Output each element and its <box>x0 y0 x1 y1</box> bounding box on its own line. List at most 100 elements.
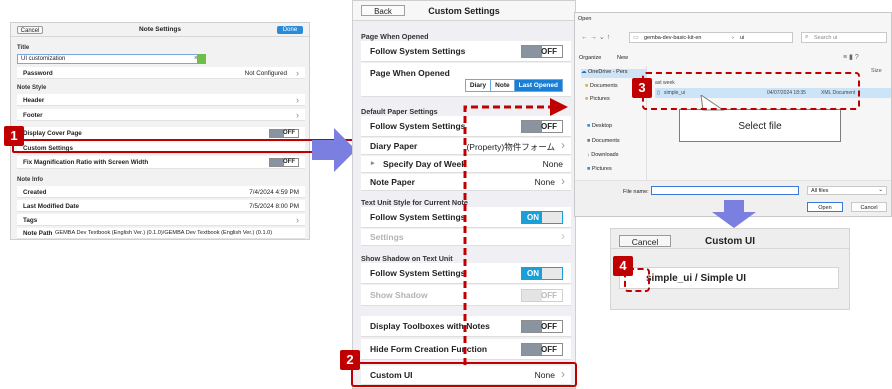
fix-magnification-toggle[interactable]: OFF <box>269 158 299 167</box>
note-settings-header: Cancel Note Settings Done <box>11 23 309 37</box>
view-options-icon[interactable]: ≡ ▮ ? <box>843 53 859 61</box>
sidebar-item-onedrive[interactable]: ☁ OneDrive - Pers <box>581 69 647 78</box>
custom-settings-header: Back Custom Settings <box>353 1 575 21</box>
open-file-dialog: Open ← → ⌄ ↑ ▭ gemba-dev-basic-kit-en › … <box>574 12 892 217</box>
password-row[interactable]: Password Not Configured › <box>17 67 305 79</box>
footer-label: Footer <box>23 112 43 119</box>
tags-row[interactable]: Tags › <box>17 214 305 226</box>
file-type-filter[interactable]: All files ⌄ <box>807 186 887 195</box>
dialog-cancel-button[interactable]: Cancel <box>851 202 887 212</box>
chevron-right-icon: › <box>296 215 299 225</box>
text-unit-section: Text Unit Style for Current Note <box>361 198 468 207</box>
created-value: 7/4/2024 4:59 PM <box>249 189 299 196</box>
sidebar-item-pictures[interactable]: ■ Pictures <box>585 96 610 102</box>
folder-icon: ▭ <box>633 35 639 41</box>
diary-paper-label: Diary Paper <box>370 141 418 151</box>
note-path-label: Note Path <box>23 230 53 237</box>
search-placeholder: Search ui <box>814 35 838 41</box>
sidebar-label: Downloads <box>591 152 619 158</box>
toggle-knob <box>522 46 542 57</box>
sidebar-item-downloads[interactable]: ↓ Downloads <box>587 152 619 158</box>
modified-label: Last Modified Date <box>23 203 79 210</box>
document-icon: ■ <box>587 138 591 144</box>
sidebar-label: Documents <box>591 138 620 144</box>
chevron-right-icon: › <box>296 110 299 120</box>
nav-buttons[interactable]: ← → ⌄ ↑ <box>581 33 610 41</box>
arrow-right-icon <box>312 128 356 172</box>
sidebar-item-desktop[interactable]: ■ Desktop <box>587 123 612 129</box>
toggle-state: OFF <box>283 130 295 136</box>
footer-row[interactable]: Footer › <box>17 109 305 121</box>
follow-system-row-1: Follow System Settings OFF <box>361 41 571 62</box>
title-input[interactable]: UI customization × <box>17 54 203 64</box>
sidebar-item-documents-2[interactable]: ■ Documents <box>587 138 620 144</box>
follow-system-toggle-1[interactable]: OFF <box>521 45 563 58</box>
page-when-opened-label: Page When Opened <box>370 68 450 78</box>
image-icon: ■ <box>587 166 591 172</box>
follow-system-label: Follow System Settings <box>370 268 466 278</box>
password-label: Password <box>23 70 53 77</box>
follow-system-label: Follow System Settings <box>370 212 466 222</box>
sidebar-label: Pictures <box>591 166 612 172</box>
header-row[interactable]: Header › <box>17 94 305 106</box>
organize-menu[interactable]: Organize <box>579 55 601 61</box>
page-when-opened-row: Page When Opened Diary Note Last Opened <box>361 63 571 97</box>
note-path-row: Note Path GEMBA Dev Textbook (English Ve… <box>17 228 305 239</box>
show-shadow-label: Show Shadow <box>370 290 428 300</box>
chevron-right-icon: › <box>296 68 299 78</box>
segment-last-opened[interactable]: Last Opened <box>514 80 562 91</box>
custom-ui-list-item[interactable]: simple_ui / Simple UI <box>619 267 839 289</box>
follow-system-label: Follow System Settings <box>370 46 466 56</box>
highlight-custom-settings <box>12 139 362 153</box>
password-value: Not Configured <box>244 70 287 77</box>
address-bar[interactable]: ▭ gemba-dev-basic-kit-en › ui <box>629 32 793 43</box>
chevron-down-icon: ⌄ <box>878 187 883 193</box>
dialog-title: Open <box>578 16 592 22</box>
modified-value: 7/5/2024 8:00 PM <box>249 203 299 210</box>
toggle-knob <box>270 130 284 137</box>
page-when-opened-segmented[interactable]: Diary Note Last Opened <box>464 79 563 92</box>
open-button[interactable]: Open <box>807 202 843 212</box>
sidebar-label: Documents <box>589 83 618 89</box>
segment-diary[interactable]: Diary <box>465 80 492 91</box>
segment-note[interactable]: Note <box>491 80 515 91</box>
page-when-opened-section: Page When Opened <box>361 32 429 41</box>
title-section-label: Title <box>17 45 30 51</box>
fix-magnification-row: Fix Magnification Ratio with Screen Widt… <box>17 156 305 169</box>
search-icon: ⌕ <box>805 34 809 40</box>
header-label: Header <box>23 97 45 104</box>
note-info-section-label: Note Info <box>17 177 43 183</box>
specify-day-label: Specify Day of Week <box>383 159 466 169</box>
download-icon: ↓ <box>587 152 590 158</box>
sidebar-item-documents[interactable]: ■ Documents <box>585 83 618 89</box>
new-folder-button[interactable]: New <box>617 55 628 61</box>
follow-system-label: Follow System Settings <box>370 121 466 131</box>
connector-arrow <box>463 98 568 365</box>
note-style-section-label: Note Style <box>17 85 47 91</box>
toggle-knob <box>270 159 284 166</box>
path-separator: › <box>732 35 734 41</box>
display-cover-toggle[interactable]: OFF <box>269 129 299 138</box>
shadow-section: Show Shadow on Text Unit <box>361 254 453 263</box>
path-seg1[interactable]: gemba-dev-basic-kit-en <box>644 35 701 41</box>
path-seg2[interactable]: ui <box>740 35 744 41</box>
search-input[interactable]: ⌕ Search ui <box>801 32 887 43</box>
sidebar-label: Desktop <box>591 123 613 129</box>
folder-icon: ■ <box>585 96 589 102</box>
arrow-down-icon <box>712 200 756 228</box>
desktop-icon: ■ <box>587 123 591 129</box>
input-mode-icon[interactable] <box>197 54 206 64</box>
page-title: Note Settings <box>139 26 181 33</box>
filename-input[interactable] <box>651 186 799 195</box>
created-row: Created 7/4/2024 4:59 PM <box>17 186 305 198</box>
size-column-header[interactable]: Size <box>871 68 882 74</box>
step-badge-2: 2 <box>340 350 360 370</box>
tags-label: Tags <box>23 217 38 224</box>
custom-ui-header: Cancel Custom UI <box>611 229 849 249</box>
filename-label: File name: <box>623 189 649 195</box>
page-title: Custom Settings <box>428 6 500 16</box>
sidebar-item-pictures-2[interactable]: ■ Pictures <box>587 166 612 172</box>
done-button[interactable]: Done <box>277 26 303 34</box>
toggle-state: OFF <box>283 159 295 165</box>
sidebar-label: Pictures <box>589 96 610 102</box>
